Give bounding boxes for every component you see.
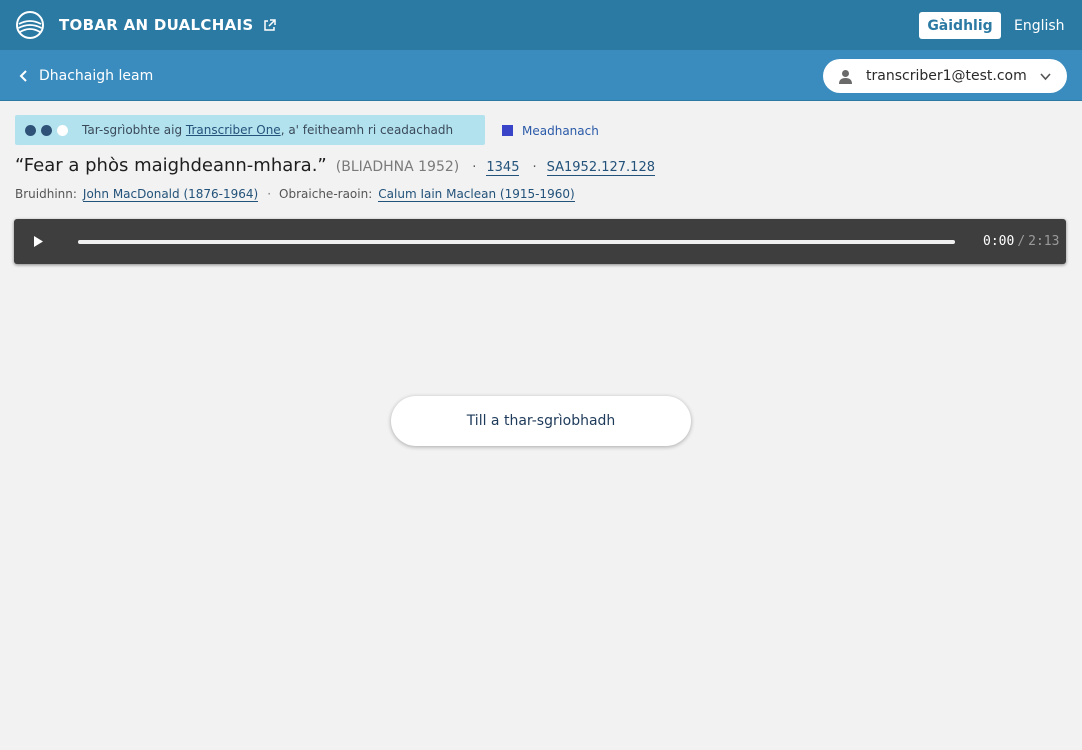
logo-icon	[16, 11, 44, 39]
audio-current-time: 0:00	[983, 234, 1015, 249]
track-year: (BLIADHNA 1952)	[335, 159, 460, 175]
status-suffix: , a' feitheamh ri ceadachadh	[280, 123, 454, 137]
external-link-icon[interactable]	[262, 18, 277, 33]
audio-duration: 2:13	[1028, 234, 1060, 249]
reopen-transcription-button[interactable]: Till a thar-sgrìobhadh	[391, 396, 691, 446]
back-home-label: Dhachaigh leam	[39, 67, 154, 84]
speaker-label: Bruidhinn:	[15, 187, 77, 201]
audio-seek-bar[interactable]	[78, 240, 955, 244]
fieldworker-label: Obraiche-raoin:	[279, 187, 373, 201]
progress-dot-empty	[57, 124, 68, 136]
site-name[interactable]: TOBAR AN DUALCHAIS	[59, 16, 253, 34]
separator-dot: ·	[472, 160, 477, 175]
audio-player: 0:00 / 2:13	[14, 219, 1066, 264]
audio-time: 0:00 / 2:13	[983, 232, 1059, 251]
track-title-row: “Fear a phòs maighdeann-mhara.” (BLIADHN…	[15, 155, 655, 181]
brand-link[interactable]: TOBAR AN DUALCHAIS	[15, 10, 277, 40]
back-home-link[interactable]: Dhachaigh leam	[17, 65, 153, 86]
people-row: Bruidhinn: John MacDonald (1876-1964) · …	[15, 187, 575, 207]
chevron-left-icon	[19, 69, 27, 82]
play-icon[interactable]	[31, 234, 45, 249]
difficulty-label: Meadhanach	[522, 123, 599, 138]
audio-time-separator: /	[1017, 234, 1026, 249]
sub-bar: Dhachaigh leam transcriber1@test.com	[0, 50, 1082, 101]
separator-dot: ·	[267, 187, 272, 201]
transcriber-link[interactable]: Transcriber One	[186, 123, 281, 137]
difficulty-square-icon	[502, 125, 513, 136]
user-icon	[839, 69, 852, 84]
language-gaelic-button[interactable]: Gàidhlig	[919, 12, 1001, 39]
chevron-down-icon	[1040, 73, 1051, 81]
top-bar: TOBAR AN DUALCHAIS Gàidhlig English	[0, 0, 1082, 50]
speaker-link[interactable]: John MacDonald (1876-1964)	[82, 187, 259, 202]
track-id-link[interactable]: 1345	[486, 160, 520, 176]
difficulty-indicator: Meadhanach	[502, 122, 599, 139]
language-english-button[interactable]: English	[1014, 12, 1070, 39]
progress-dot-filled	[41, 124, 52, 136]
progress-dots	[25, 124, 73, 136]
user-email: transcriber1@test.com	[866, 68, 1027, 84]
track-ref-link[interactable]: SA1952.127.128	[546, 160, 655, 176]
transcription-status: Tar-sgrìobhte aig Transcriber One , a' f…	[15, 115, 485, 145]
status-prefix: Tar-sgrìobhte aig	[82, 123, 186, 137]
progress-dot-filled	[25, 124, 36, 136]
audio-seek-progress	[78, 240, 955, 244]
fieldworker-link[interactable]: Calum Iain Maclean (1915-1960)	[378, 187, 575, 202]
user-menu-dropdown[interactable]: transcriber1@test.com	[823, 59, 1067, 93]
track-title: “Fear a phòs maighdeann-mhara.”	[15, 155, 327, 176]
separator-dot: ·	[532, 160, 537, 175]
